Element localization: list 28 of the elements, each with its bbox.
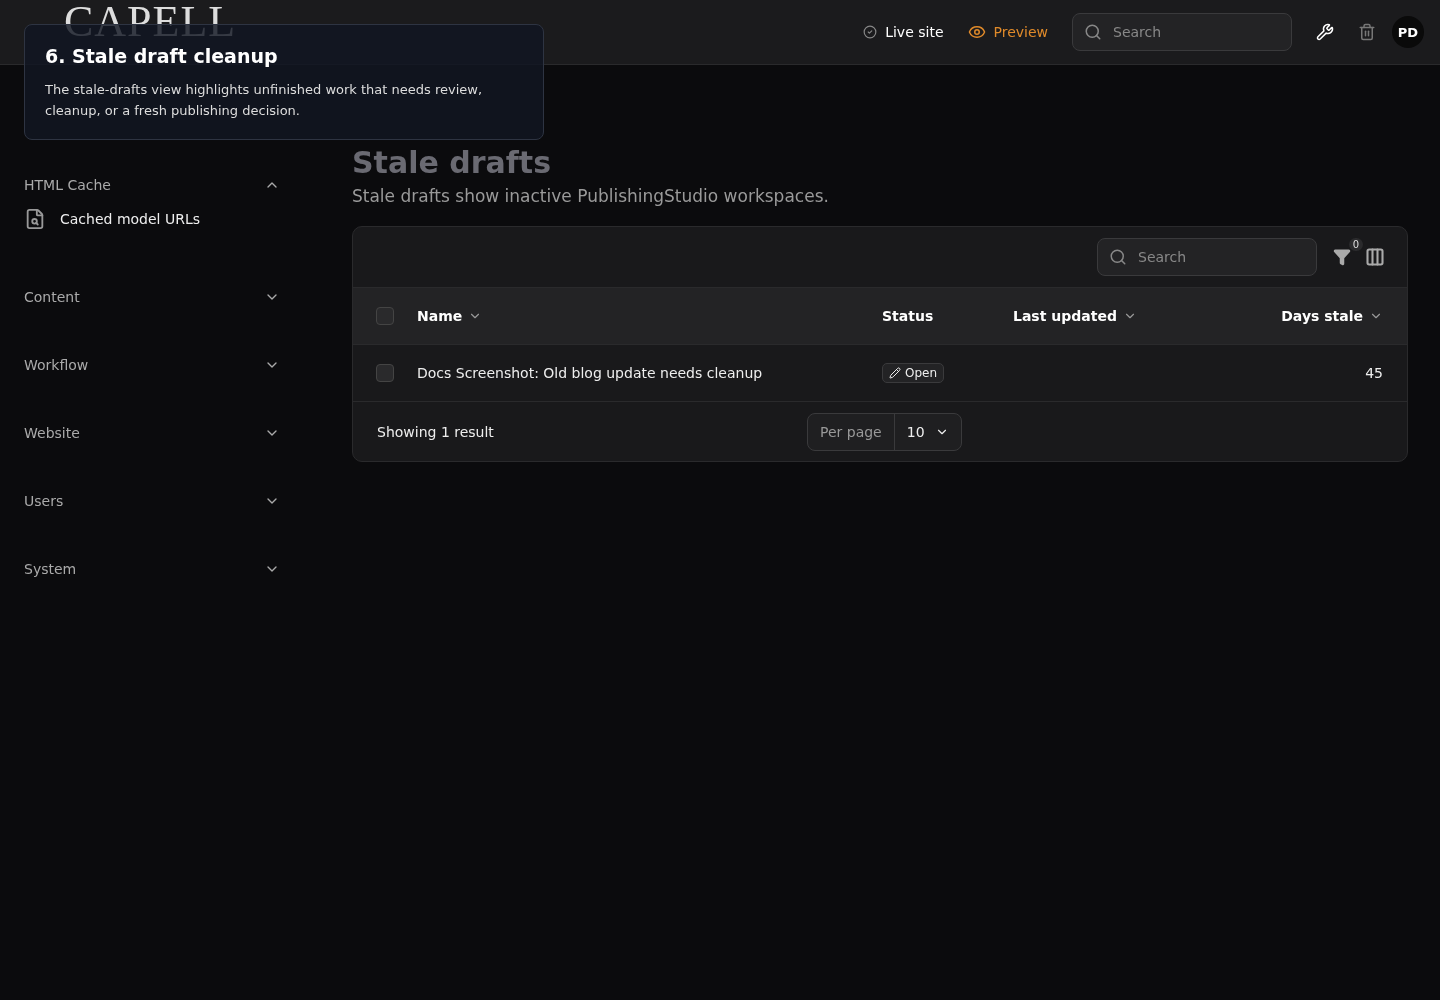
sidebar-group[interactable]: Users <box>24 483 280 519</box>
per-page-select[interactable]: 10 <box>894 413 961 450</box>
sidebar-group[interactable]: Website <box>24 415 280 451</box>
column-header[interactable]: Name <box>417 308 483 324</box>
user-avatar[interactable]: PD <box>1392 16 1424 48</box>
per-page-label: Per page <box>808 413 895 450</box>
search-field[interactable]: Search <box>1097 238 1317 276</box>
preview-link[interactable]: Preview <box>967 23 1048 41</box>
table-cell: Docs Screenshot: Old blog update needs cleanup <box>417 365 763 381</box>
page-title: Stale drafts <box>352 145 553 180</box>
column-header[interactable]: Status <box>882 308 934 324</box>
column-header[interactable]: Days stale <box>1281 308 1383 324</box>
sidebar-item[interactable]: Cached model URLs <box>24 207 280 231</box>
result-summary: Showing 1 result <box>377 423 495 440</box>
logo: CAPELL <box>64 0 237 44</box>
live-site-link[interactable]: Live site <box>863 24 944 40</box>
sidebar-group[interactable]: System <box>24 551 280 587</box>
search-field[interactable]: Search <box>1072 13 1292 51</box>
column-header[interactable]: Last updated <box>1013 308 1137 324</box>
tour-title: 6. Stale draft cleanup <box>45 45 279 67</box>
sidebar-group[interactable]: Content <box>24 279 280 315</box>
tour-text: The stale-drafts view highlights unfinished work that needs review, cleanup, or a fresh publishing decision. <box>45 81 484 120</box>
filter-count: 0 <box>1348 238 1363 251</box>
sidebar-group[interactable]: HTML Cache <box>24 167 280 203</box>
status-label: Open <box>905 366 938 380</box>
sidebar-group[interactable]: Workflow <box>24 347 280 383</box>
table-cell: 45 <box>1365 365 1383 381</box>
page-subtitle: Stale drafts show inactive PublishingStudio workspaces. <box>352 186 830 206</box>
